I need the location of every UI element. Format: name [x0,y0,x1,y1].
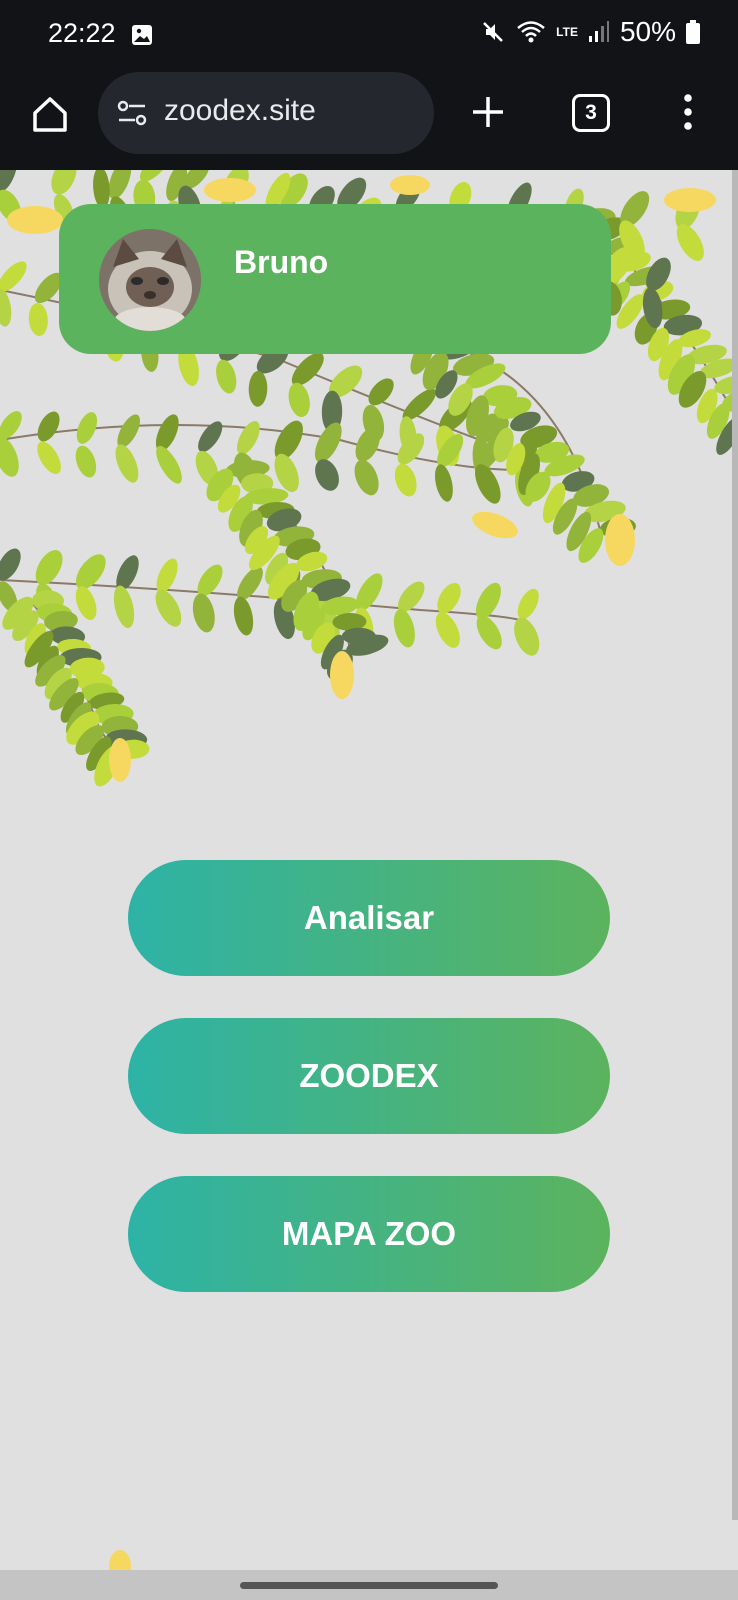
leaf [155,589,182,627]
leaf [315,459,339,491]
leaf [0,548,21,581]
leaf [274,420,303,461]
zoodex-button[interactable]: ZOODEX [128,1018,610,1134]
scrollbar[interactable] [732,170,738,1520]
profile-card[interactable]: Bruno [59,204,611,354]
leaf [514,617,540,656]
gallery-icon [132,25,152,45]
leaf [354,459,379,496]
url-text: zoodex.site [164,94,316,127]
leaf [394,463,417,497]
mute-icon [483,22,504,42]
battery-icon [686,20,700,44]
leaf [75,445,97,478]
leaf [393,608,415,648]
home-icon[interactable] [30,94,70,134]
leaf [192,593,215,633]
home-gesture-handle[interactable] [240,1582,498,1589]
leaf [0,261,27,293]
leaf [198,421,223,453]
gesture-nav-bar [0,1570,738,1600]
analisar-button[interactable]: Analisar [128,860,610,976]
tab-count: 3 [585,101,597,124]
yellow-leaf-bottom [109,1550,131,1570]
leaf [0,288,12,327]
tab-switcher-button[interactable]: 3 [572,94,610,132]
status-time: 22:22 [48,18,116,48]
leaf [517,588,539,620]
leaf [676,224,704,261]
leaf [288,382,310,418]
leaf [75,554,106,590]
leaf [435,612,460,648]
leaf [37,411,60,442]
web-page: Bruno Analisar ZOODEX MAPA ZOO [0,170,738,1570]
leaf [434,464,453,502]
leaf [155,414,179,452]
browser-toolbar: zoodex.site 3 [0,70,738,170]
profile-name: Bruno [234,244,329,280]
new-tab-icon[interactable] [470,94,506,130]
mapa-zoo-button[interactable]: MAPA ZOO [128,1176,610,1292]
battery-percent: 50% [619,16,676,47]
leaf [233,596,254,636]
cat-photo [99,229,201,331]
leaf [37,441,61,475]
avatar[interactable] [99,229,201,331]
site-settings-icon[interactable] [116,98,148,128]
status-bar: 22:22 LTE 50% [0,0,738,70]
more-menu-icon[interactable] [680,92,696,132]
leaf [237,421,260,455]
wifi-icon [517,21,545,43]
leaf [156,445,182,484]
leaf [368,378,394,406]
lte-icon: LTE [556,25,578,39]
leaf [0,436,19,477]
signal-icon [588,21,609,42]
leaf [51,170,77,195]
address-bar[interactable]: zoodex.site [98,72,434,154]
leaf [248,370,268,407]
leaf [113,585,135,629]
leaf [28,303,48,336]
leaf [216,359,237,394]
leaf [117,414,141,448]
leaf [115,444,139,483]
